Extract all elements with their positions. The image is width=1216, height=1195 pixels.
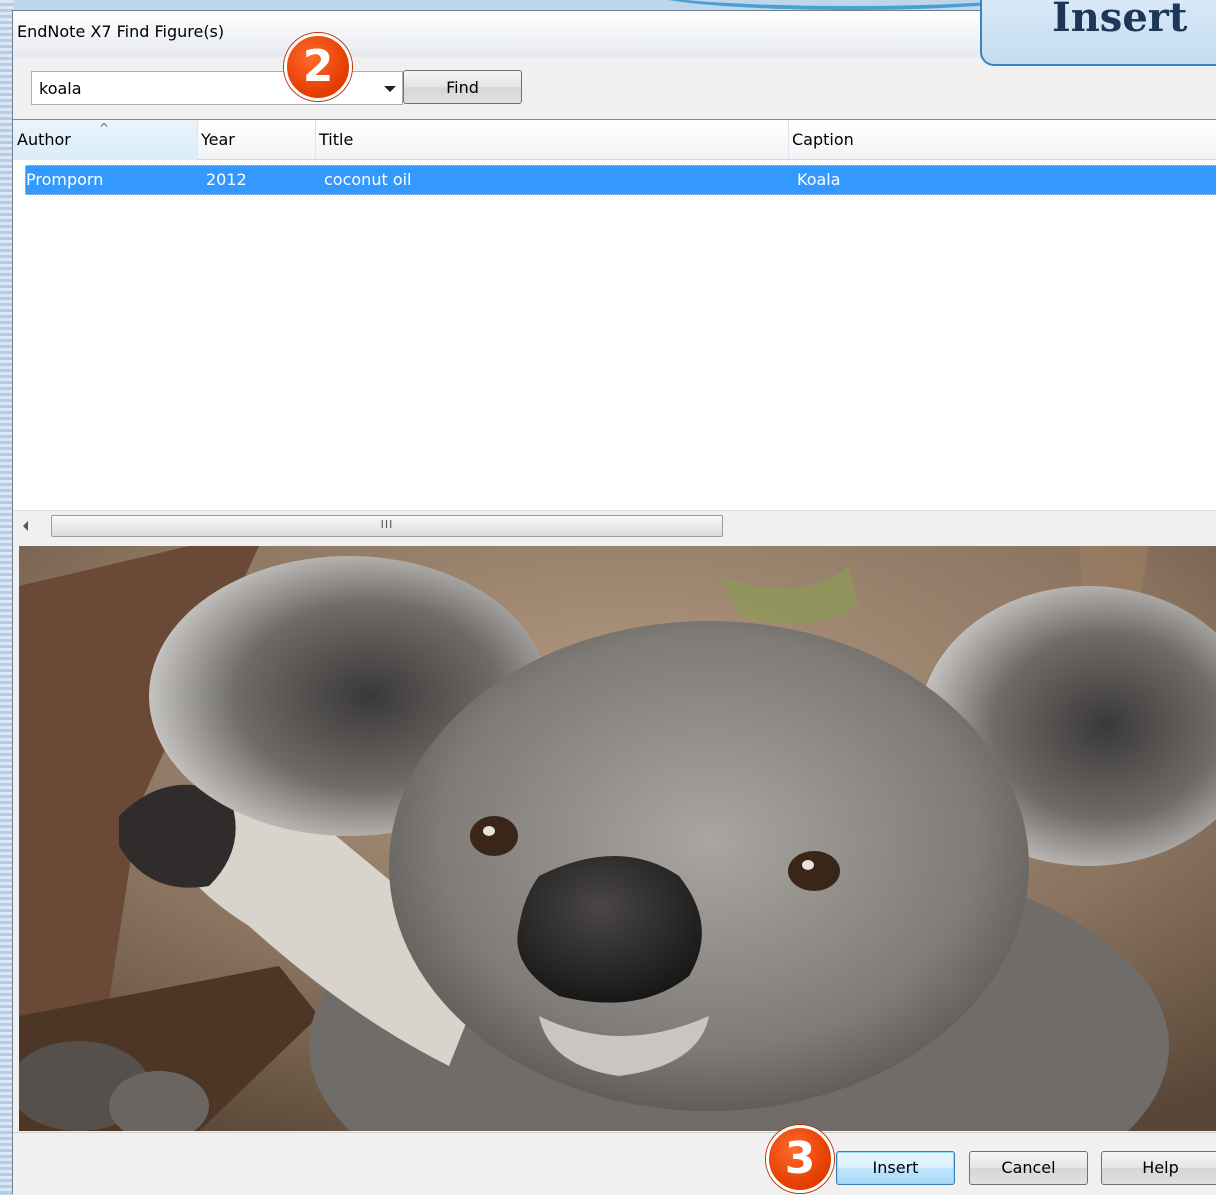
help-button[interactable]: Help	[1101, 1151, 1216, 1185]
column-header: Author ^ Year Title Caption	[13, 120, 1216, 160]
scrollbar-grip: III	[380, 518, 394, 531]
cancel-button[interactable]: Cancel	[969, 1151, 1088, 1185]
step-2-callout: 2	[284, 33, 352, 101]
column-header-author[interactable]: Author ^	[13, 120, 197, 160]
cell-author: Promporn	[26, 170, 104, 189]
window-title: EndNote X7 Find Figure(s)	[17, 22, 225, 41]
scroll-left-arrow-icon[interactable]	[23, 521, 28, 531]
results-list: Author ^ Year Title Caption Promporn 201…	[13, 119, 1216, 540]
figure-preview-image	[19, 546, 1216, 1131]
table-row[interactable]: Promporn 2012 coconut oil Koala	[25, 165, 1216, 195]
cell-title: coconut oil	[324, 170, 412, 189]
search-toolbar: Find	[13, 57, 1216, 121]
column-header-year[interactable]: Year	[197, 120, 315, 160]
slide-heading-tab: Insert	[980, 0, 1216, 66]
find-button[interactable]: Find	[403, 70, 522, 104]
horizontal-scrollbar[interactable]: III	[13, 510, 1216, 540]
sort-ascending-icon: ^	[99, 121, 110, 135]
slide-heading: Insert	[1052, 0, 1188, 41]
step-3-callout: 3	[766, 1125, 834, 1193]
column-header-caption[interactable]: Caption	[788, 120, 1216, 160]
dialog-footer: Insert Cancel Help	[13, 1132, 1216, 1195]
find-figures-dialog: EndNote X7 Find Figure(s) Find Author ^ …	[12, 10, 1216, 1195]
column-author-label: Author	[17, 130, 71, 149]
insert-button[interactable]: Insert	[836, 1151, 955, 1185]
scrollbar-thumb[interactable]: III	[51, 515, 723, 537]
column-header-title[interactable]: Title	[315, 120, 788, 160]
cell-caption: Koala	[797, 170, 841, 189]
cell-year: 2012	[206, 170, 247, 189]
dropdown-arrow-icon[interactable]	[384, 86, 396, 92]
